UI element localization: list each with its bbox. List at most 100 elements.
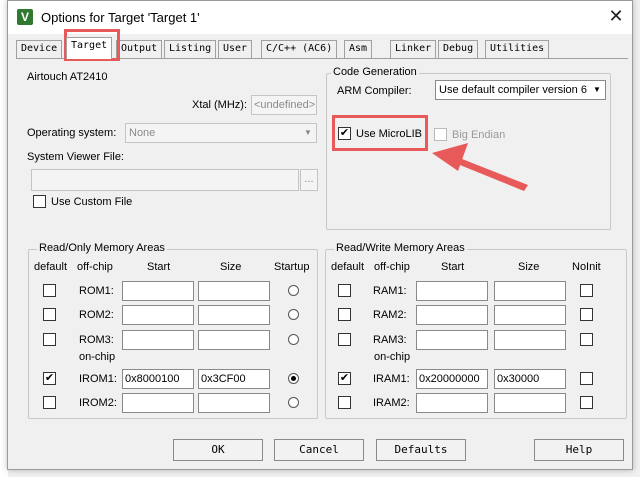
options-dialog: V Options for Target 'Target 1' ✕ Device… (7, 0, 633, 470)
start-address-input[interactable] (416, 330, 488, 350)
size-input[interactable] (198, 393, 270, 413)
tab-user[interactable]: User (218, 40, 253, 58)
arm-compiler-select[interactable]: Use default compiler version 6 ▼ (435, 80, 606, 100)
size-input[interactable] (494, 305, 566, 325)
noinit-checkbox[interactable] (580, 308, 593, 321)
memory-area-label: ROM3: (79, 334, 114, 346)
rw-header-noinit: NoInit (572, 261, 601, 273)
use-custom-file-label: Use Custom File (51, 196, 133, 208)
startup-radio[interactable] (288, 397, 299, 408)
start-address-input[interactable] (416, 305, 488, 325)
start-address-input[interactable] (416, 393, 488, 413)
size-input[interactable] (494, 330, 566, 350)
tab-device[interactable]: Device (16, 40, 63, 58)
keil-app-icon: V (17, 9, 33, 25)
svf-browse-button[interactable]: ... (300, 169, 318, 191)
svf-label: System Viewer File: (27, 151, 124, 163)
os-label: Operating system: (27, 127, 117, 139)
size-input[interactable] (198, 330, 270, 350)
tab-target[interactable]: Target (66, 37, 113, 59)
default-checkbox[interactable] (338, 284, 351, 297)
dialog-title: Options for Target 'Target 1' (41, 10, 200, 25)
ro-header-startup: Startup (274, 261, 310, 273)
annotation-arrow (432, 143, 528, 191)
memory-area-label: RAM1: (373, 285, 407, 297)
noinit-checkbox[interactable] (580, 372, 593, 385)
device-name: Airtouch AT2410 (27, 71, 108, 83)
memory-area-label: RAM2: (373, 309, 407, 321)
code-generation-title: Code Generation (331, 66, 419, 78)
defaults-button[interactable]: Defaults (376, 439, 466, 461)
start-address-input[interactable]: 0x20000000 (416, 369, 488, 389)
default-checkbox[interactable] (43, 308, 56, 321)
size-input[interactable] (198, 305, 270, 325)
tab-utilities[interactable]: Utilities (485, 40, 550, 58)
default-checkbox[interactable]: ✔ (338, 372, 351, 385)
start-address-input[interactable]: 0x8000100 (122, 369, 194, 389)
microlib-highlight-box (332, 115, 428, 151)
noinit-checkbox[interactable] (580, 333, 593, 346)
big-endian-label: Big Endian (452, 129, 506, 141)
start-address-input[interactable] (122, 281, 194, 301)
default-checkbox[interactable] (43, 333, 56, 346)
arm-compiler-value: Use default compiler version 6 (439, 84, 587, 96)
startup-radio[interactable] (288, 285, 299, 296)
tab-asm[interactable]: Asm (344, 40, 373, 58)
noinit-checkbox[interactable] (580, 284, 593, 297)
size-input[interactable]: 0x30000 (494, 369, 566, 389)
ro-header-offchip: off-chip (77, 261, 113, 273)
rw-header-offchip: off-chip (374, 261, 410, 273)
use-custom-file-checkbox[interactable] (33, 195, 46, 208)
cancel-button[interactable]: Cancel (274, 439, 364, 461)
startup-radio[interactable] (288, 334, 299, 345)
chevron-down-icon: ▼ (593, 85, 601, 94)
rw-onchip-label: on-chip (374, 351, 411, 363)
startup-radio[interactable] (288, 373, 299, 384)
default-checkbox[interactable] (43, 396, 56, 409)
start-address-input[interactable] (416, 281, 488, 301)
ro-onchip-label: on-chip (79, 351, 116, 363)
ok-button[interactable]: OK (173, 439, 263, 461)
rw-memory-title: Read/Write Memory Areas (334, 242, 467, 254)
xtal-input[interactable]: <undefined> (251, 95, 317, 115)
help-button[interactable]: Help (534, 439, 624, 461)
noinit-checkbox[interactable] (580, 396, 593, 409)
start-address-input[interactable] (122, 330, 194, 350)
default-checkbox[interactable] (43, 284, 56, 297)
ro-memory-title: Read/Only Memory Areas (37, 242, 167, 254)
memory-area-label: RAM3: (373, 334, 407, 346)
rw-header-start: Start (441, 261, 465, 273)
size-input[interactable]: 0x3CF00 (198, 369, 270, 389)
default-checkbox[interactable] (338, 396, 351, 409)
startup-radio[interactable] (288, 309, 299, 320)
size-input[interactable] (198, 281, 270, 301)
ro-header-default: default (34, 261, 68, 273)
tab-output[interactable]: Output (116, 40, 163, 58)
memory-area-label: IRAM1: (373, 373, 410, 385)
start-address-input[interactable] (122, 305, 194, 325)
tab-linker[interactable]: Linker (390, 40, 437, 58)
rw-header-default: default (331, 261, 365, 273)
size-input[interactable] (494, 393, 566, 413)
default-checkbox[interactable] (338, 333, 351, 346)
tab-cpp[interactable]: C/C++ (AC6) (261, 40, 338, 58)
memory-area-label: ROM1: (79, 285, 114, 297)
close-icon[interactable]: ✕ (604, 5, 628, 29)
big-endian-checkbox[interactable] (434, 128, 447, 141)
default-checkbox[interactable]: ✔ (43, 372, 56, 385)
size-input[interactable] (494, 281, 566, 301)
start-address-input[interactable] (122, 393, 194, 413)
tab-listing[interactable]: Listing (164, 40, 217, 58)
os-select-value: None (129, 127, 156, 139)
tab-debug[interactable]: Debug (438, 40, 479, 58)
rw-header-size: Size (518, 261, 540, 273)
memory-area-label: IRAM2: (373, 397, 410, 409)
arm-compiler-label: ARM Compiler: (337, 85, 412, 97)
os-select[interactable]: None ▼ (125, 123, 317, 143)
memory-area-label: IROM1: (79, 373, 117, 385)
default-checkbox[interactable] (338, 308, 351, 321)
ro-header-start: Start (147, 261, 171, 273)
arrow-head (432, 143, 468, 171)
svf-input[interactable] (31, 169, 299, 191)
chevron-down-icon: ▼ (304, 128, 312, 137)
